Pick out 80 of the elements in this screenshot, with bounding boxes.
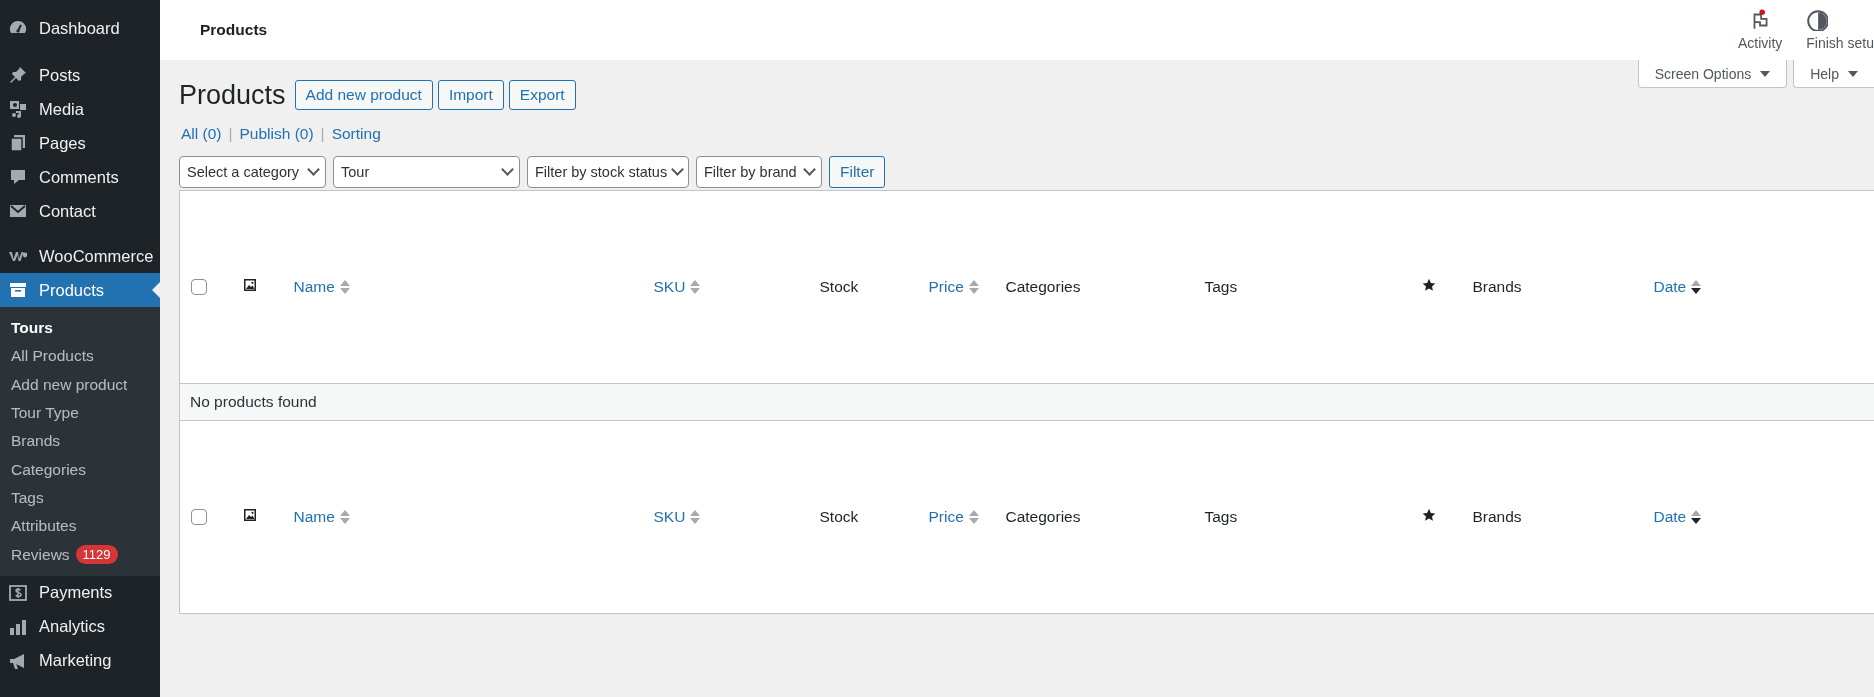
dollar-icon — [8, 582, 28, 603]
sortable-column-header[interactable]: Price — [928, 278, 964, 297]
select-all-checkbox[interactable] — [191, 509, 207, 525]
pin-icon — [8, 65, 28, 85]
filter-select[interactable]: Tour — [333, 156, 520, 188]
select-all-checkbox[interactable] — [191, 279, 207, 295]
submenu-item[interactable]: Tours — [0, 314, 160, 343]
view-link[interactable]: Sorting — [331, 125, 381, 143]
action-label: Activity — [1737, 35, 1783, 51]
menu-item[interactable]: WooCommerce — [0, 239, 160, 273]
sortable-column-header[interactable]: Name — [293, 508, 335, 527]
view-link[interactable]: All (0) — [181, 125, 222, 143]
menu-item[interactable]: Payments — [0, 575, 160, 610]
sortable-column-header[interactable]: SKU — [653, 508, 686, 527]
sortable-column-header[interactable]: Price — [928, 508, 964, 527]
media-icon — [8, 99, 28, 119]
submenu-label: Categories — [11, 460, 86, 479]
submenu-item[interactable]: Categories — [0, 455, 160, 484]
column-header: Categories — [1005, 508, 1081, 525]
action-label: Finish setu — [1806, 35, 1874, 51]
menu-item[interactable]: Products — [0, 273, 160, 307]
submenu-item[interactable]: Attributes — [0, 512, 160, 541]
page-title: Products — [179, 79, 286, 111]
page-action-button[interactable]: Import — [437, 80, 504, 110]
menu-item[interactable]: Contact — [0, 194, 160, 228]
comment-icon — [8, 167, 28, 187]
menu-item[interactable]: Posts — [0, 58, 160, 92]
menu-item[interactable]: Dashboard — [0, 11, 160, 45]
column-header: Categories — [1005, 278, 1081, 295]
submenu-item[interactable]: Add new product — [0, 370, 160, 399]
archive-box-icon — [8, 280, 28, 300]
separator: | — [320, 125, 325, 143]
filter-select[interactable]: Filter by brand — [696, 156, 822, 188]
filter-select[interactable]: Select a category — [179, 156, 326, 188]
count-badge: 1129 — [75, 545, 118, 564]
column-header: Brands — [1472, 278, 1522, 295]
submenu-item[interactable]: Tags — [0, 483, 160, 513]
header-action[interactable]: Finish setu — [1806, 0, 1874, 60]
sortable-column-header[interactable]: Name — [293, 278, 335, 297]
submenu-item[interactable]: Tour Type — [0, 398, 160, 428]
menu-item[interactable]: Marketing — [0, 643, 160, 678]
submenu-item[interactable]: Reviews 1129 — [0, 540, 160, 569]
column-header: Brands — [1472, 508, 1522, 525]
submenu-label: Tags — [11, 488, 44, 507]
screen-tab[interactable]: Help — [1793, 60, 1874, 88]
column-header: Stock — [819, 508, 859, 525]
submenu-label: Reviews — [11, 545, 70, 564]
menu-item[interactable]: Analytics — [0, 609, 160, 644]
submenu-label: Tour Type — [11, 404, 79, 423]
filter-select[interactable]: Filter by stock status — [527, 156, 689, 188]
column-header: Tags — [1204, 278, 1238, 295]
screen-tab[interactable]: Screen Options — [1637, 60, 1788, 88]
column-header: Stock — [819, 278, 859, 295]
submenu-label: Add new product — [11, 375, 128, 394]
star-icon — [1421, 508, 1436, 522]
view-link[interactable]: Publish (0) — [239, 125, 314, 143]
sortable-column-header[interactable]: Date — [1653, 278, 1687, 297]
sortable-column-header[interactable]: SKU — [653, 278, 686, 297]
submenu-item[interactable]: All Products — [0, 342, 160, 371]
header-action[interactable]: Activity — [1737, 0, 1783, 60]
column-header: Tags — [1204, 508, 1238, 525]
image-icon — [242, 508, 257, 522]
pages-icon — [8, 133, 28, 153]
empty-message: No products found — [190, 393, 317, 410]
submenu-label: Brands — [11, 432, 61, 451]
page-action-button[interactable]: Export — [508, 80, 576, 110]
filter-button[interactable]: Filter — [829, 156, 886, 188]
page-action-button[interactable]: Add new product — [294, 80, 433, 110]
separator: | — [228, 125, 233, 143]
menu-item[interactable]: Pages — [0, 126, 160, 160]
header-title: Products — [200, 21, 269, 39]
submenu-item[interactable]: Brands — [0, 427, 160, 456]
star-icon — [1421, 278, 1436, 292]
menu-item[interactable]: Comments — [0, 160, 160, 194]
submenu-label: All Products — [11, 347, 94, 366]
menu-item[interactable]: Media — [0, 92, 160, 126]
sortable-column-header[interactable]: Date — [1653, 508, 1687, 527]
submenu-label: Tours — [11, 319, 53, 338]
image-icon — [242, 278, 257, 292]
submenu-label: Attributes — [11, 517, 77, 536]
